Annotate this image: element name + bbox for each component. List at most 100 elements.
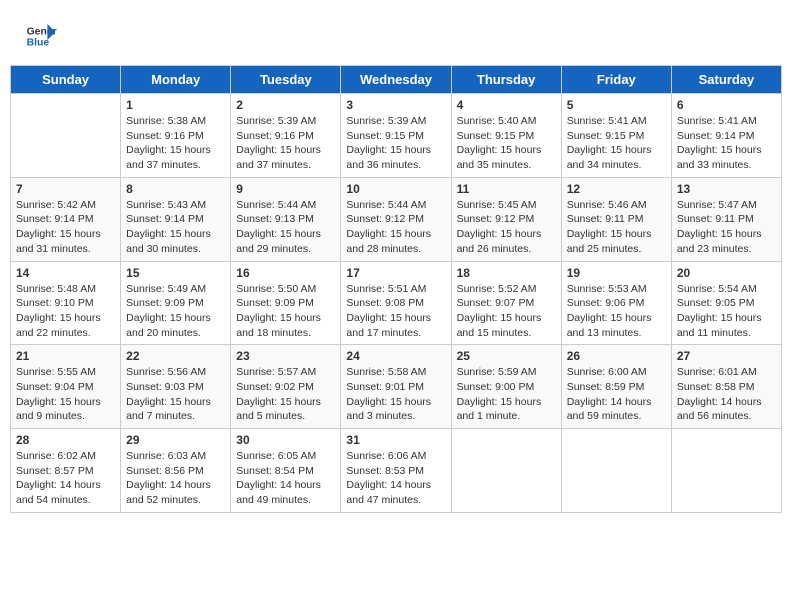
day-number: 24: [346, 349, 445, 363]
day-info: Sunrise: 6:06 AM Sunset: 8:53 PM Dayligh…: [346, 449, 445, 508]
svg-text:Blue: Blue: [27, 38, 50, 49]
weekday-header: Tuesday: [231, 66, 341, 94]
calendar-cell: 29 Sunrise: 6:03 AM Sunset: 8:56 PM Dayli…: [121, 429, 231, 513]
day-info: Sunrise: 5:39 AM Sunset: 9:15 PM Dayligh…: [346, 114, 445, 173]
calendar-cell: 2 Sunrise: 5:39 AM Sunset: 9:16 PM Daylig…: [231, 94, 341, 178]
day-info: Sunrise: 6:01 AM Sunset: 8:58 PM Dayligh…: [677, 365, 776, 424]
weekday-header-row: SundayMondayTuesdayWednesdayThursdayFrid…: [11, 66, 782, 94]
calendar-cell: 3 Sunrise: 5:39 AM Sunset: 9:15 PM Daylig…: [341, 94, 451, 178]
day-number: 9: [236, 182, 335, 196]
calendar-week-row: 1 Sunrise: 5:38 AM Sunset: 9:16 PM Daylig…: [11, 94, 782, 178]
calendar-cell: 22 Sunrise: 5:56 AM Sunset: 9:03 PM Dayli…: [121, 345, 231, 429]
day-number: 23: [236, 349, 335, 363]
calendar-cell: 19 Sunrise: 5:53 AM Sunset: 9:06 PM Dayli…: [561, 261, 671, 345]
weekday-header: Monday: [121, 66, 231, 94]
day-info: Sunrise: 6:03 AM Sunset: 8:56 PM Dayligh…: [126, 449, 225, 508]
day-info: Sunrise: 5:46 AM Sunset: 9:11 PM Dayligh…: [567, 198, 666, 257]
day-info: Sunrise: 5:54 AM Sunset: 9:05 PM Dayligh…: [677, 282, 776, 341]
day-number: 21: [16, 349, 115, 363]
day-info: Sunrise: 5:44 AM Sunset: 9:13 PM Dayligh…: [236, 198, 335, 257]
day-number: 30: [236, 433, 335, 447]
calendar-cell: 11 Sunrise: 5:45 AM Sunset: 9:12 PM Dayli…: [451, 177, 561, 261]
day-number: 19: [567, 266, 666, 280]
day-number: 8: [126, 182, 225, 196]
day-info: Sunrise: 5:40 AM Sunset: 9:15 PM Dayligh…: [457, 114, 556, 173]
day-info: Sunrise: 5:43 AM Sunset: 9:14 PM Dayligh…: [126, 198, 225, 257]
calendar-week-row: 7Sunrise: 5:42 AM Sunset: 9:14 PM Daylig…: [11, 177, 782, 261]
calendar-cell: [671, 429, 781, 513]
calendar-cell: 17 Sunrise: 5:51 AM Sunset: 9:08 PM Dayli…: [341, 261, 451, 345]
calendar-cell: 12 Sunrise: 5:46 AM Sunset: 9:11 PM Dayli…: [561, 177, 671, 261]
day-info: Sunrise: 5:41 AM Sunset: 9:14 PM Dayligh…: [677, 114, 776, 173]
calendar-cell: 31Sunrise: 6:06 AM Sunset: 8:53 PM Dayli…: [341, 429, 451, 513]
logo: General Blue: [25, 20, 57, 52]
page-header: General Blue: [10, 10, 782, 57]
day-number: 18: [457, 266, 556, 280]
calendar-cell: 24 Sunrise: 5:58 AM Sunset: 9:01 PM Dayli…: [341, 345, 451, 429]
calendar-cell: 8 Sunrise: 5:43 AM Sunset: 9:14 PM Daylig…: [121, 177, 231, 261]
day-info: Sunrise: 5:38 AM Sunset: 9:16 PM Dayligh…: [126, 114, 225, 173]
weekday-header: Friday: [561, 66, 671, 94]
calendar-cell: 4 Sunrise: 5:40 AM Sunset: 9:15 PM Daylig…: [451, 94, 561, 178]
day-number: 15: [126, 266, 225, 280]
calendar-week-row: 14Sunrise: 5:48 AM Sunset: 9:10 PM Dayli…: [11, 261, 782, 345]
calendar-cell: 13 Sunrise: 5:47 AM Sunset: 9:11 PM Dayli…: [671, 177, 781, 261]
weekday-header: Saturday: [671, 66, 781, 94]
day-number: 17: [346, 266, 445, 280]
calendar-cell: 21Sunrise: 5:55 AM Sunset: 9:04 PM Dayli…: [11, 345, 121, 429]
calendar-cell: 25Sunrise: 5:59 AM Sunset: 9:00 PM Dayli…: [451, 345, 561, 429]
calendar-cell: 27 Sunrise: 6:01 AM Sunset: 8:58 PM Dayli…: [671, 345, 781, 429]
calendar-cell: [11, 94, 121, 178]
calendar-cell: 16Sunrise: 5:50 AM Sunset: 9:09 PM Dayli…: [231, 261, 341, 345]
day-info: Sunrise: 5:53 AM Sunset: 9:06 PM Dayligh…: [567, 282, 666, 341]
day-info: Sunrise: 5:41 AM Sunset: 9:15 PM Dayligh…: [567, 114, 666, 173]
day-number: 1: [126, 98, 225, 112]
calendar-cell: 20Sunrise: 5:54 AM Sunset: 9:05 PM Dayli…: [671, 261, 781, 345]
day-info: Sunrise: 5:47 AM Sunset: 9:11 PM Dayligh…: [677, 198, 776, 257]
day-info: Sunrise: 5:58 AM Sunset: 9:01 PM Dayligh…: [346, 365, 445, 424]
day-info: Sunrise: 5:56 AM Sunset: 9:03 PM Dayligh…: [126, 365, 225, 424]
calendar-cell: [451, 429, 561, 513]
day-number: 11: [457, 182, 556, 196]
calendar-cell: [561, 429, 671, 513]
day-number: 7: [16, 182, 115, 196]
day-info: Sunrise: 5:44 AM Sunset: 9:12 PM Dayligh…: [346, 198, 445, 257]
calendar-cell: 23 Sunrise: 5:57 AM Sunset: 9:02 PM Dayli…: [231, 345, 341, 429]
day-info: Sunrise: 5:57 AM Sunset: 9:02 PM Dayligh…: [236, 365, 335, 424]
day-info: Sunrise: 5:48 AM Sunset: 9:10 PM Dayligh…: [16, 282, 115, 341]
calendar-cell: 9 Sunrise: 5:44 AM Sunset: 9:13 PM Daylig…: [231, 177, 341, 261]
day-number: 16: [236, 266, 335, 280]
day-info: Sunrise: 6:05 AM Sunset: 8:54 PM Dayligh…: [236, 449, 335, 508]
day-info: Sunrise: 5:51 AM Sunset: 9:08 PM Dayligh…: [346, 282, 445, 341]
day-info: Sunrise: 6:00 AM Sunset: 8:59 PM Dayligh…: [567, 365, 666, 424]
calendar-cell: 26Sunrise: 6:00 AM Sunset: 8:59 PM Dayli…: [561, 345, 671, 429]
day-info: Sunrise: 5:59 AM Sunset: 9:00 PM Dayligh…: [457, 365, 556, 424]
calendar-cell: 15 Sunrise: 5:49 AM Sunset: 9:09 PM Dayli…: [121, 261, 231, 345]
day-info: Sunrise: 5:39 AM Sunset: 9:16 PM Dayligh…: [236, 114, 335, 173]
weekday-header: Sunday: [11, 66, 121, 94]
day-number: 29: [126, 433, 225, 447]
day-number: 4: [457, 98, 556, 112]
calendar-cell: 18 Sunrise: 5:52 AM Sunset: 9:07 PM Dayli…: [451, 261, 561, 345]
day-number: 3: [346, 98, 445, 112]
calendar-cell: 5 Sunrise: 5:41 AM Sunset: 9:15 PM Daylig…: [561, 94, 671, 178]
calendar-cell: 30 Sunrise: 6:05 AM Sunset: 8:54 PM Dayli…: [231, 429, 341, 513]
day-info: Sunrise: 5:49 AM Sunset: 9:09 PM Dayligh…: [126, 282, 225, 341]
day-info: Sunrise: 5:45 AM Sunset: 9:12 PM Dayligh…: [457, 198, 556, 257]
logo-icon: General Blue: [25, 20, 57, 52]
calendar-week-row: 28Sunrise: 6:02 AM Sunset: 8:57 PM Dayli…: [11, 429, 782, 513]
day-info: Sunrise: 5:52 AM Sunset: 9:07 PM Dayligh…: [457, 282, 556, 341]
day-number: 2: [236, 98, 335, 112]
calendar-table: SundayMondayTuesdayWednesdayThursdayFrid…: [10, 65, 782, 513]
calendar-cell: 6Sunrise: 5:41 AM Sunset: 9:14 PM Daylig…: [671, 94, 781, 178]
day-number: 22: [126, 349, 225, 363]
day-number: 12: [567, 182, 666, 196]
day-number: 13: [677, 182, 776, 196]
day-number: 27: [677, 349, 776, 363]
calendar-cell: 7Sunrise: 5:42 AM Sunset: 9:14 PM Daylig…: [11, 177, 121, 261]
weekday-header: Wednesday: [341, 66, 451, 94]
day-number: 10: [346, 182, 445, 196]
calendar-cell: 10 Sunrise: 5:44 AM Sunset: 9:12 PM Dayli…: [341, 177, 451, 261]
day-number: 5: [567, 98, 666, 112]
day-number: 28: [16, 433, 115, 447]
